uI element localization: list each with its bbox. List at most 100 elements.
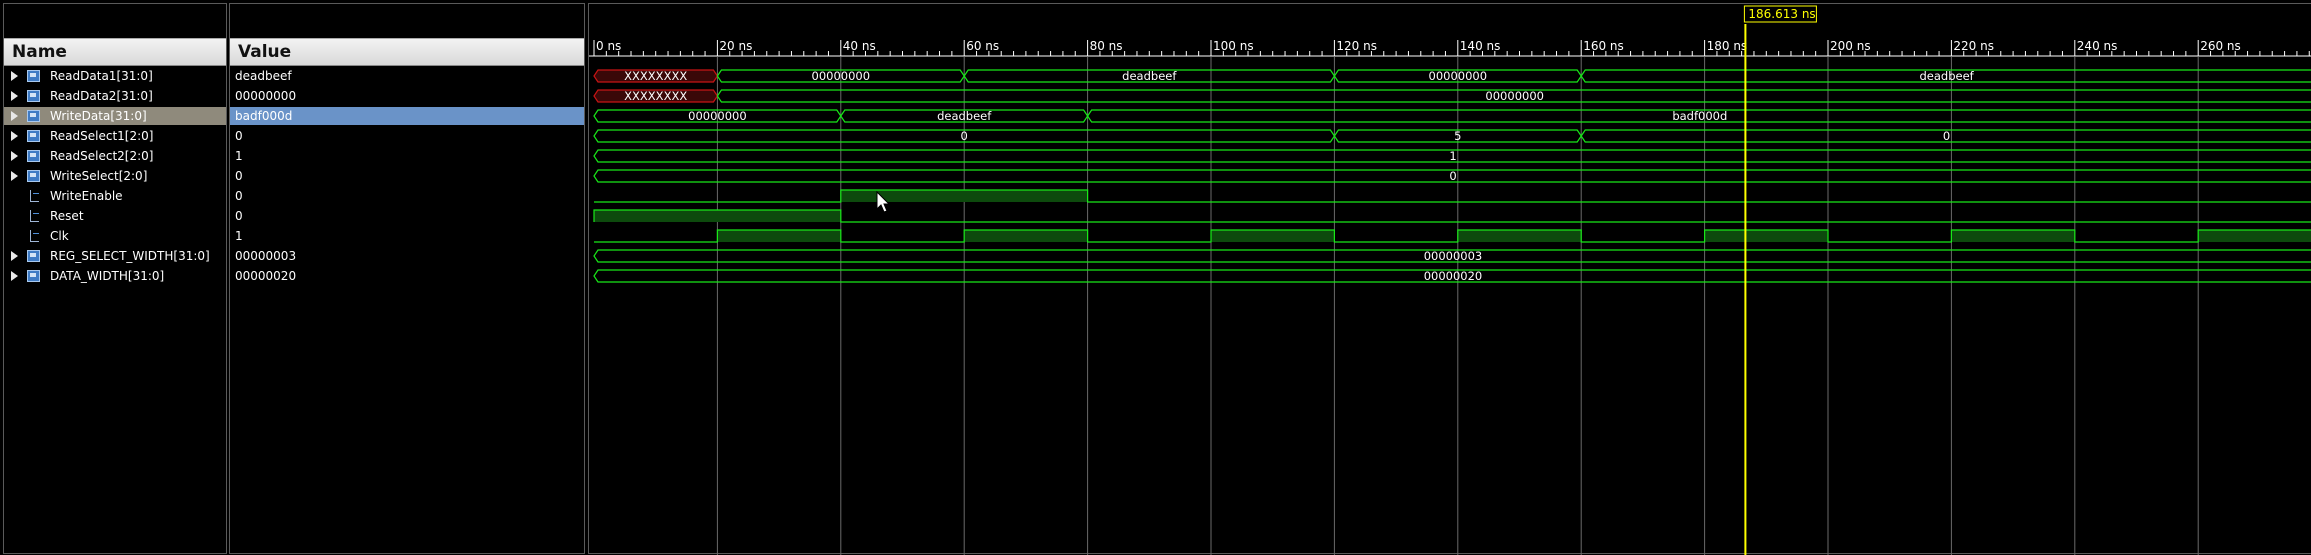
signal-value-row-readselect1[interactable]: 0 [230,127,584,145]
signal-name: REG_SELECT_WIDTH[31:0] [50,249,210,263]
wire-signal-icon [30,230,39,242]
bus-value-label: 00000000 [1485,89,1544,103]
bus-value-label: 0 [961,129,968,143]
bus-value-label: deadbeef [1122,69,1177,83]
signal-row-readdata2[interactable]: ReadData2[31:0] [4,87,226,105]
signal-value: 1 [235,229,243,243]
signal-value: 00000003 [235,249,297,263]
waveform-writedata: 00000000 deadbeef badf000d [593,109,2311,123]
signal-value: 0 [235,129,243,143]
signal-name: ReadData2[31:0] [50,89,153,103]
bus-value-label: 5 [1454,129,1461,143]
signal-row-readselect2[interactable]: ReadSelect2[2:0] [4,147,226,165]
bus-value-label: 00000000 [1429,69,1488,83]
signal-name: Clk [50,229,69,243]
bus-signal-icon [27,170,40,182]
high-level-fill [2198,230,2311,242]
signal-value-row-writeenable[interactable]: 0 [230,187,584,205]
signal-value: 00000020 [235,269,297,283]
bus-signal-icon [27,70,40,82]
signal-row-reset[interactable]: Reset [4,207,226,225]
tick-label: 160 ns [1583,39,1624,53]
tick-label: 100 ns [1213,39,1254,53]
signal-name: Reset [50,209,84,223]
expand-arrow-icon[interactable] [11,111,18,121]
name-pane[interactable]: Name ReadData1[31:0] ReadData2[31:0] Write… [3,3,227,554]
tick-label: 200 ns [1830,39,1871,53]
signal-name: WriteSelect[2:0] [50,169,148,183]
expand-arrow-icon[interactable] [11,131,18,141]
signal-value: 0 [235,189,243,203]
waveform-readdata1: XXXXXXXX 00000000 deadbeef 00000000 deadbeef [593,69,2311,83]
signal-row-writedata[interactable]: WriteData[31:0] [4,107,226,125]
bus-signal-icon [27,250,40,262]
tick-label: 0 ns [596,39,621,53]
bus-value-label: deadbeef [1919,69,1974,83]
signal-value-row-readdata1[interactable]: deadbeef [230,67,584,85]
signal-name: DATA_WIDTH[31:0] [50,269,165,283]
high-level-fill [1951,230,2075,242]
signal-value-row-data-width[interactable]: 00000020 [230,267,584,285]
name-column-header[interactable]: Name [4,38,226,66]
expand-arrow-icon[interactable] [11,271,18,281]
signal-name: ReadData1[31:0] [50,69,153,83]
bus-value-label: 00000000 [688,109,747,123]
signal-name: ReadSelect2[2:0] [50,149,154,163]
signal-name: WriteData[31:0] [50,109,147,123]
high-level-fill [1457,230,1582,242]
expand-arrow-icon[interactable] [11,151,18,161]
waveform-writeenable [594,189,2311,203]
waveform-reg-select-width: 00000003 [593,249,2311,263]
signal-row-reg-select-width[interactable]: REG_SELECT_WIDTH[31:0] [4,247,226,265]
signal-value: badf000d [235,109,293,123]
value-column-header[interactable]: Value [230,38,584,66]
signal-value-row-readdata2[interactable]: 00000000 [230,87,584,105]
expand-arrow-icon[interactable] [11,171,18,181]
expand-arrow-icon[interactable] [11,91,18,101]
waveform-readdata2: XXXXXXXX 00000000 [593,89,2311,103]
bit-trace [593,209,2311,223]
value-pane[interactable]: Value deadbeef 00000000 badf000d 0 1 0 0 0 1 0000… [229,3,585,554]
signal-row-writeenable[interactable]: WriteEnable [4,187,226,205]
tick-label: 260 ns [2200,39,2241,53]
wire-signal-icon [30,210,39,222]
high-level-fill [964,230,1088,242]
waveform-pane[interactable]: 0 ns 20 ns 40 ns 60 ns 80 ns 100 ns 120 ns 140 … [588,3,2311,555]
signal-value-row-writedata[interactable]: badf000d [230,107,584,125]
tick-label: 60 ns [966,39,999,53]
wire-signal-icon [30,190,39,202]
signal-value-row-readselect2[interactable]: 1 [230,147,584,165]
bus-signal-icon [27,270,40,282]
signal-value-row-reset[interactable]: 0 [230,207,584,225]
bus-value-label: XXXXXXXX [624,69,687,83]
bus-value-label: XXXXXXXX [624,89,687,103]
signal-value-row-writeselect[interactable]: 0 [230,167,584,185]
waveform-readselect2: 1 [593,149,2311,163]
expand-arrow-icon[interactable] [11,71,18,81]
signal-row-clk[interactable]: Clk [4,227,226,245]
signal-name: ReadSelect1[2:0] [50,129,154,143]
high-level-fill [1211,230,1335,242]
high-level-fill [717,230,841,242]
bus-value-label: deadbeef [937,109,992,123]
signal-value-row-clk[interactable]: 1 [230,227,584,245]
waveform-canvas[interactable]: 0 ns 20 ns 40 ns 60 ns 80 ns 100 ns 120 ns 140 … [589,4,2311,555]
bus-value-label: 00000020 [1424,269,1483,283]
expand-arrow-icon[interactable] [11,251,18,261]
waveforms: XXXXXXXX 00000000 deadbeef 00000000 deadbeef… [593,69,2311,283]
bus-value-label: badf000d [1672,109,1727,123]
signal-row-writeselect[interactable]: WriteSelect[2:0] [4,167,226,185]
tick-label: 240 ns [2077,39,2118,53]
signal-row-readselect1[interactable]: ReadSelect1[2:0] [4,127,226,145]
tick-label: 40 ns [843,39,876,53]
signal-row-readdata1[interactable]: ReadData1[31:0] [4,67,226,85]
tick-label: 140 ns [1460,39,1501,53]
high-level-fill [594,210,841,222]
bus-signal-icon [27,90,40,102]
high-level-fill [1704,230,1828,242]
bus-signal-icon [27,150,40,162]
bus-signal-icon [27,110,40,122]
signal-row-data-width[interactable]: DATA_WIDTH[31:0] [4,267,226,285]
signal-value-row-reg-select-width[interactable]: 00000003 [230,247,584,265]
tick-label: 20 ns [719,39,752,53]
